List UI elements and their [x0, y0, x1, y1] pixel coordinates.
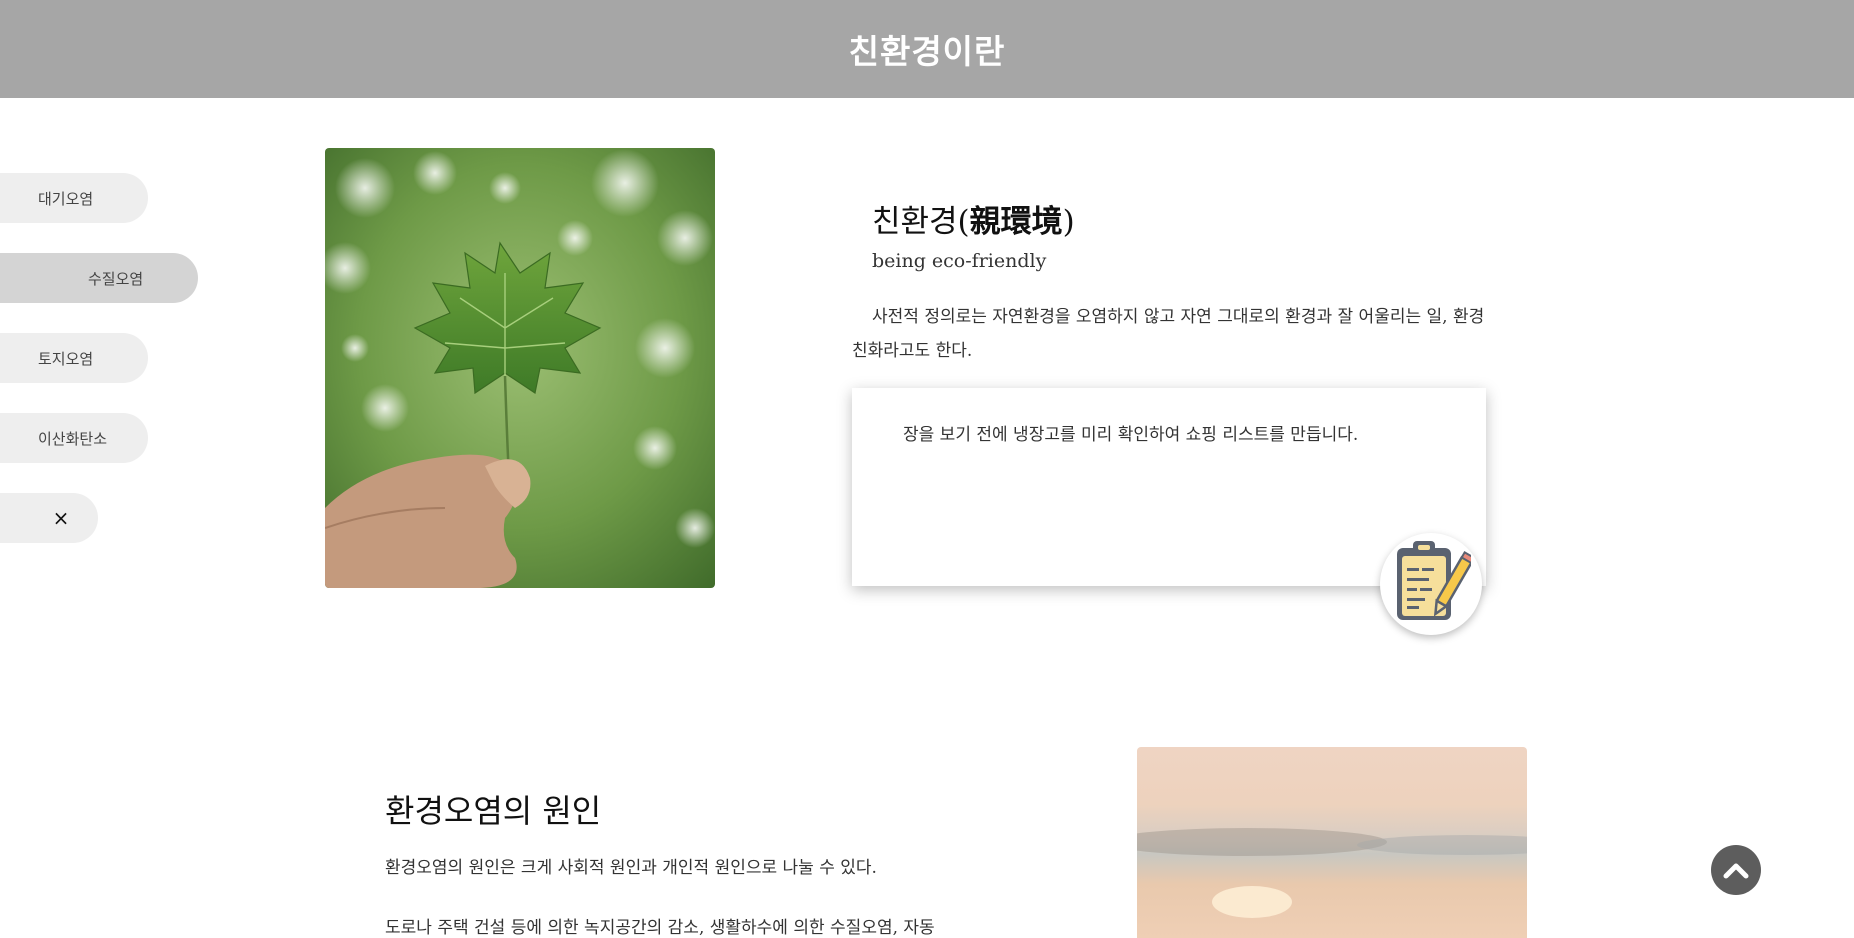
pollution-causes-paragraph: 도로나 주택 건설 등에 의한 녹지공간의 감소, 생활하수에 의한 수질오염,…: [385, 918, 935, 938]
chevron-up-icon: [1723, 863, 1749, 879]
page-header: 친환경이란: [0, 0, 1854, 98]
eco-friendly-subtitle: being eco-friendly: [872, 250, 1047, 272]
close-icon: ×: [52, 506, 70, 530]
scroll-to-top-button[interactable]: [1711, 845, 1761, 895]
page-title: 친환경이란: [848, 32, 1006, 71]
sidebar-item-label: 토지오염: [38, 349, 94, 368]
sidebar-item-label: 이산화탄소: [38, 429, 108, 448]
sunset-photo: [1137, 747, 1527, 938]
clipboard-pencil-icon: [1380, 533, 1482, 635]
sidebar-item-label: 대기오염: [38, 189, 94, 208]
tip-text: 장을 보기 전에 냉장고를 미리 확인하여 쇼핑 리스트를 만듭니다.: [903, 425, 1359, 445]
pollution-causes-paragraph: 환경오염의 원인은 크게 사회적 원인과 개인적 원인으로 나눌 수 있다.: [385, 858, 877, 878]
eco-friendly-title: 친환경(親環境): [872, 204, 1075, 240]
sidebar-item-air-pollution[interactable]: 대기오염: [0, 173, 148, 223]
pollution-causes-title: 환경오염의 원인: [385, 792, 602, 830]
sidebar-close-button[interactable]: ×: [0, 493, 98, 543]
sidebar-item-water-pollution[interactable]: 수질오염: [0, 253, 198, 303]
eco-friendly-definition: 사전적 정의로는 자연환경을 오염하지 않고 자연 그대로의 환경과 잘 어울리…: [852, 307, 1485, 361]
sidebar-item-soil-pollution[interactable]: 토지오염: [0, 333, 148, 383]
sidebar-item-carbon-dioxide[interactable]: 이산화탄소: [0, 413, 148, 463]
leaf-photo: [325, 148, 715, 588]
sidebar-item-label: 수질오염: [88, 269, 144, 288]
